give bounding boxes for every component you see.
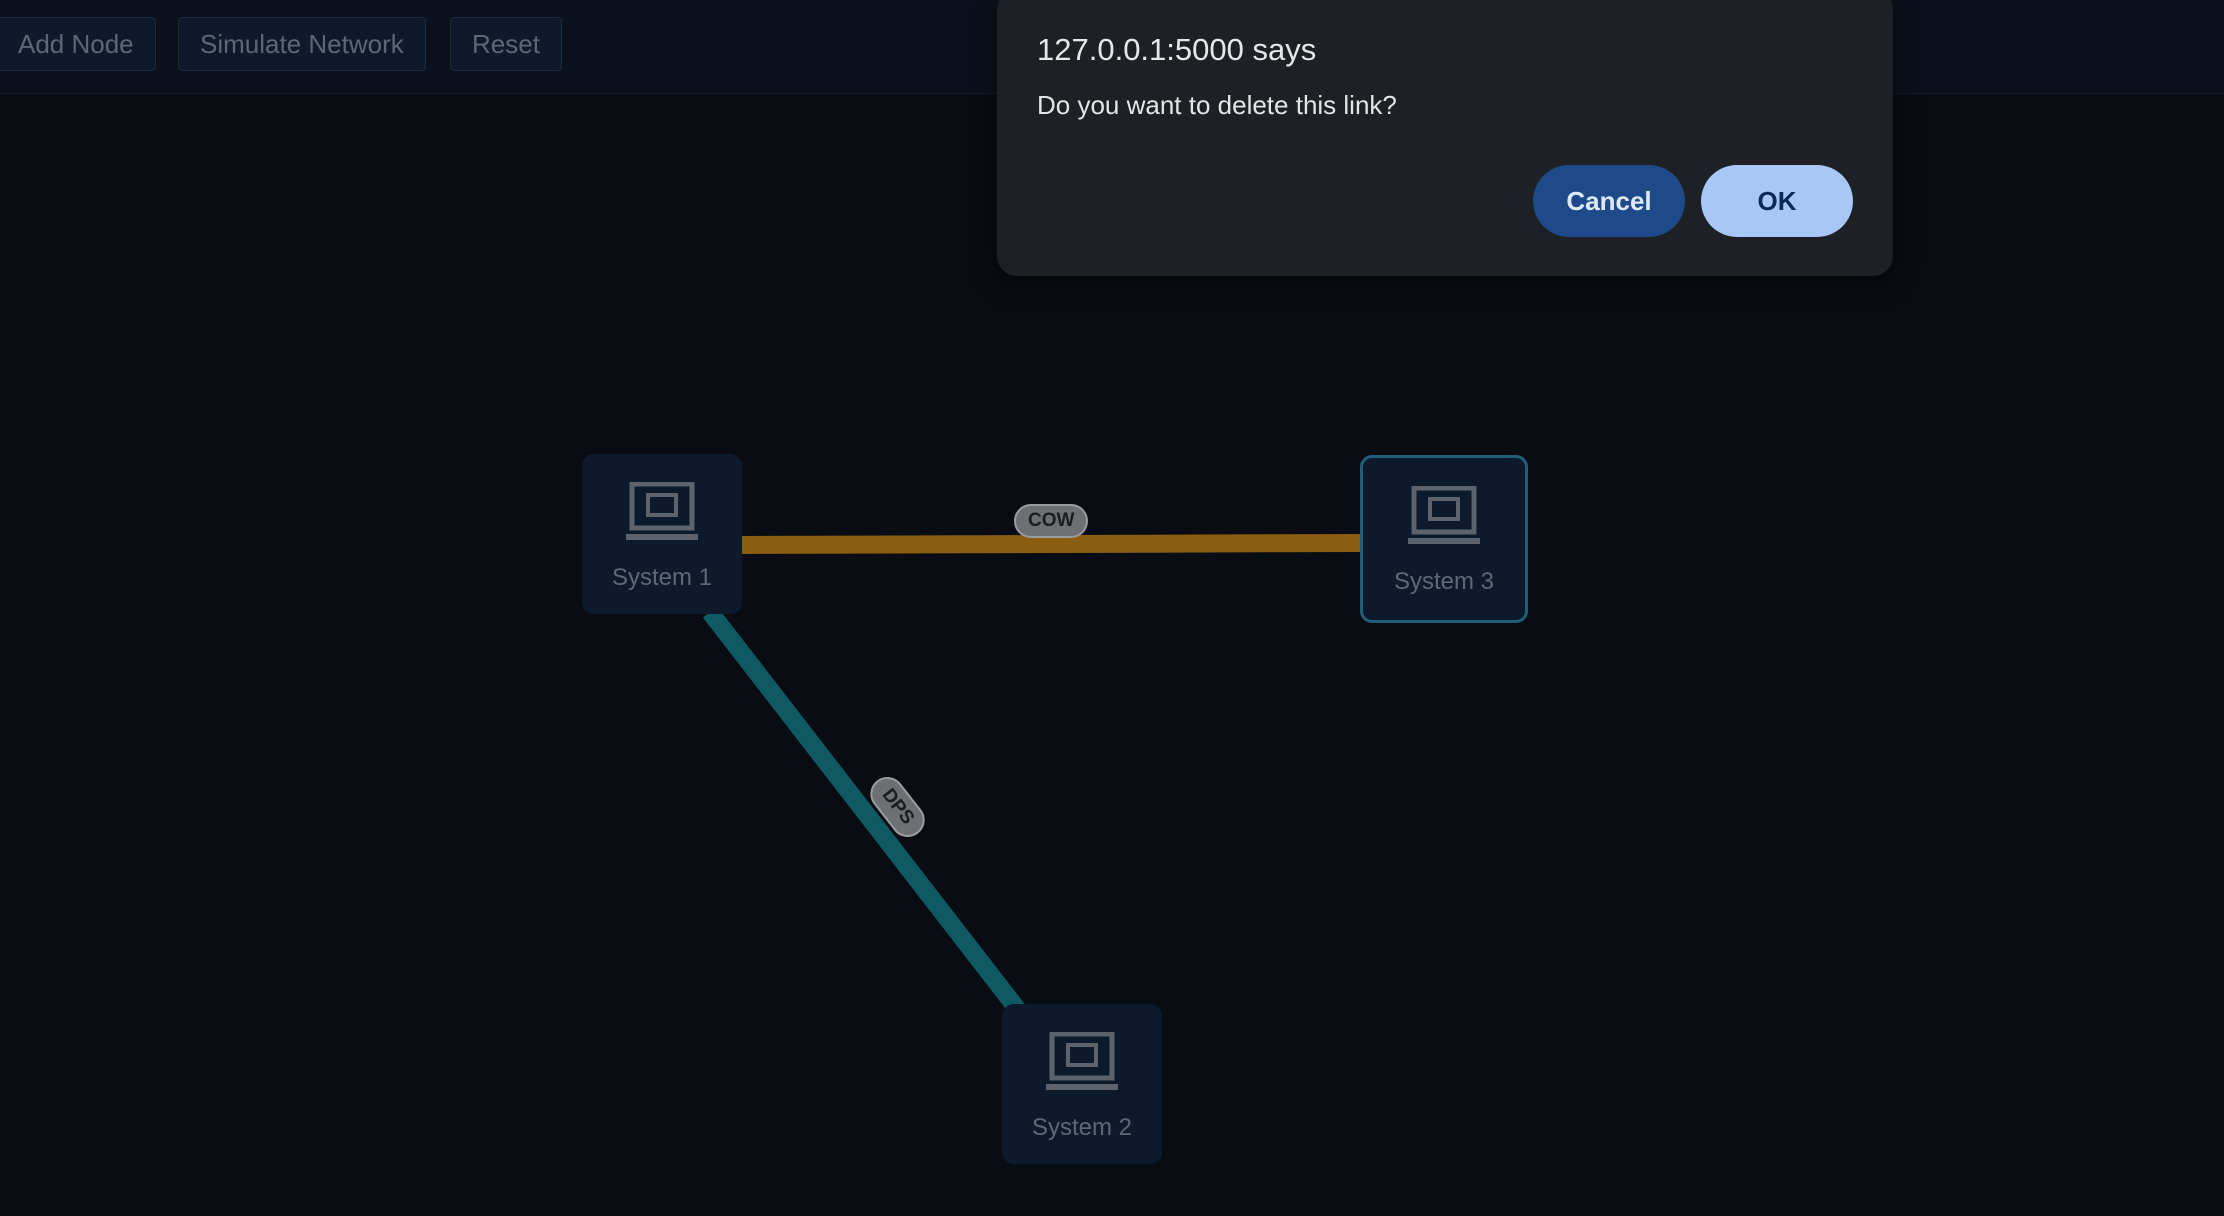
simulate-network-button[interactable]: Simulate Network [178, 17, 426, 71]
link-cow[interactable] [739, 534, 1366, 554]
dialog-message: Do you want to delete this link? [1037, 90, 1397, 120]
node-system-2[interactable]: System 2 [1002, 1004, 1162, 1164]
reset-button[interactable]: Reset [450, 17, 562, 71]
laptop-icon [626, 482, 698, 540]
node-label: System 1 [611, 564, 713, 591]
ok-button[interactable]: OK [1701, 165, 1853, 237]
link-label-cow[interactable]: COW [1014, 504, 1089, 538]
laptop-icon [1408, 486, 1480, 544]
dialog-title: 127.0.0.1:5000 says [1037, 32, 1317, 67]
link-dps[interactable] [702, 606, 1026, 1016]
cancel-button[interactable]: Cancel [1533, 165, 1685, 237]
node-label: System 3 [1393, 568, 1495, 595]
node-system-1[interactable]: System 1 [582, 454, 742, 614]
node-system-3[interactable]: System 3 [1360, 455, 1528, 623]
node-label: System 2 [1031, 1114, 1133, 1141]
laptop-icon [1046, 1032, 1118, 1090]
add-node-button[interactable]: Add Node [0, 17, 156, 71]
confirm-dialog: 127.0.0.1:5000 says Do you want to delet… [997, 0, 1893, 276]
app-page: Add Node Simulate Network Reset COW DPS … [0, 0, 2224, 1216]
